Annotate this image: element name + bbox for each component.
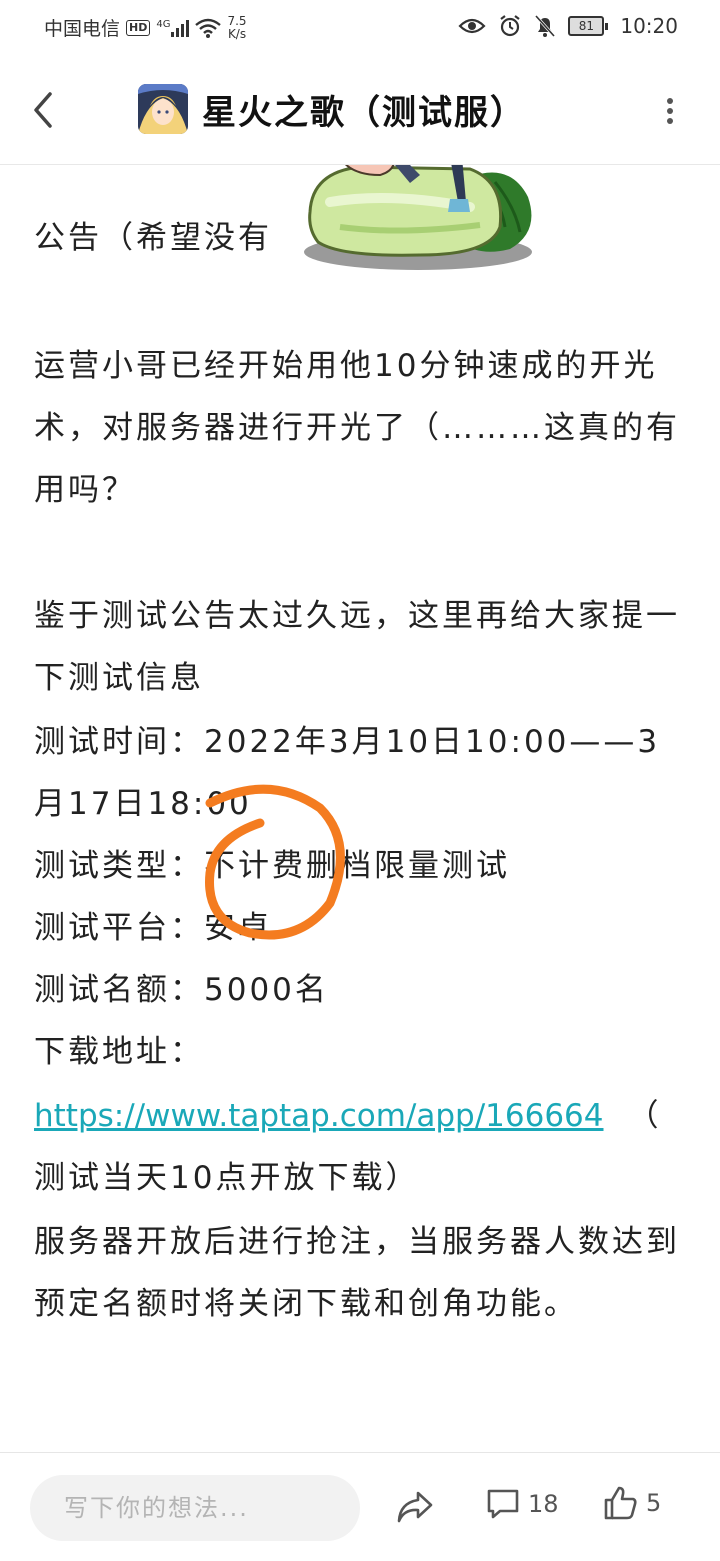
eye-icon: [458, 18, 486, 34]
back-arrow-icon[interactable]: [28, 90, 58, 130]
bell-muted-icon: [535, 14, 556, 38]
bottom-action-bar: 写下你的想法... 18 5: [0, 1452, 720, 1561]
download-note-open: （: [627, 1098, 662, 1134]
download-label: 下载地址：: [34, 1034, 204, 1070]
download-line: https://www.taptap.com/app/166664 （: [34, 1085, 684, 1147]
alarm-icon: [500, 15, 521, 37]
network-speed: 7.5 K/s: [227, 13, 247, 41]
network-type: 4G: [156, 18, 171, 30]
announcement-line: 公告（希望没有: [34, 220, 272, 256]
article-body: 公告（希望没有 运营小哥已经开始用他10分钟速成的开光术，对服务器进行开光了（……: [0, 165, 720, 1450]
thumbs-up-icon: [604, 1486, 637, 1520]
comment-count: 18: [528, 1490, 559, 1518]
clock: 10:20: [620, 14, 678, 38]
share-icon[interactable]: [396, 1489, 434, 1525]
status-left: 中国电信 HD 4G 7.5 K/s: [44, 14, 247, 41]
signal-icon: 4G: [156, 18, 190, 37]
battery-icon: 81: [568, 16, 609, 36]
download-note: 测试当天10点开放下载）: [34, 1160, 420, 1196]
more-options-icon[interactable]: [666, 98, 674, 124]
carrier-label: 中国电信: [44, 18, 121, 40]
like-count: 5: [646, 1489, 662, 1517]
game-avatar: [138, 84, 188, 134]
orange-circle-annotation: [205, 784, 345, 940]
test-quota-line: 测试名额：5000名: [34, 972, 329, 1008]
page-title: 星火之歌（测试服）: [202, 92, 526, 133]
status-bar: 中国电信 HD 4G 7.5 K/s 81 10:20: [0, 0, 720, 56]
comment-icon: [487, 1489, 519, 1519]
battery-level: 81: [568, 16, 605, 36]
wifi-icon: [195, 18, 222, 38]
comment-input[interactable]: 写下你的想法...: [30, 1475, 360, 1541]
intro-paragraph: 鉴于测试公告太过久远，这里再给大家提一下测试信息: [34, 598, 680, 696]
top-nav-bar: 星火之歌（测试服）: [0, 56, 720, 165]
hd-icon: HD: [126, 19, 151, 36]
like-button[interactable]: 5: [602, 1485, 661, 1521]
ops-paragraph: 运营小哥已经开始用他10分钟速成的开光术，对服务器进行开光了（………这真的有用吗…: [34, 348, 680, 508]
game-title-group[interactable]: 星火之歌（测试服）: [138, 84, 526, 134]
speed-value: 7.5: [227, 13, 247, 28]
speed-unit: K/s: [227, 26, 247, 41]
server-paragraph: 服务器开放后进行抢注，当服务器人数达到预定名额时将关闭下载和创角功能。: [34, 1224, 680, 1322]
status-right: 81 10:20: [458, 14, 678, 38]
comments-button[interactable]: 18: [486, 1487, 559, 1521]
download-link[interactable]: https://www.taptap.com/app/166664: [34, 1098, 604, 1134]
